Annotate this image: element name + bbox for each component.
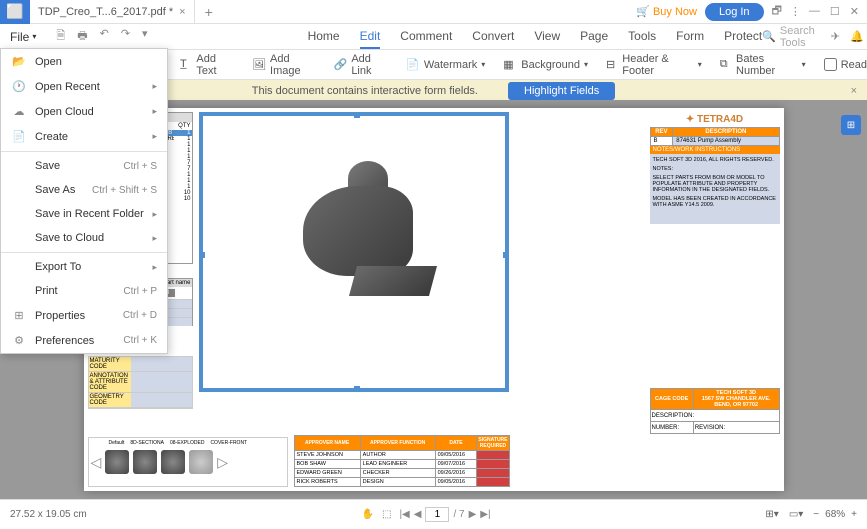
file-create[interactable]: 📄Create▸: [1, 124, 167, 149]
bates-button[interactable]: ⧉Bates Number▾: [720, 53, 806, 77]
approval-row: BOB SHAWLEAD ENGINEER09/07/2016: [294, 460, 509, 469]
status-bar: 27.52 x 19.05 cm ✋ ⬚ |◀ ◀ / 7 ▶ ▶| ⊞▾ ▭▾…: [0, 499, 867, 529]
tetra-info-panel: TETRA4D REVDESCRIPTION B874631 Pump Asse…: [650, 112, 780, 224]
watermark-button[interactable]: 📄Watermark▾: [406, 58, 485, 72]
menu-bar: File ▾ 🗎 🖶 ↶ ↷ ▾ Home Edit Comment Conve…: [0, 24, 867, 50]
maximize-icon[interactable]: ☐: [830, 5, 840, 18]
hand-tool-icon[interactable]: ✋: [362, 509, 374, 520]
close-tab-icon[interactable]: ×: [179, 6, 185, 18]
thumb-prev-icon[interactable]: ◁: [91, 454, 102, 471]
attributes-panel: MATURITY CODE ANNOTATION & ATTRIBUTE COD…: [88, 356, 193, 409]
close-window-icon[interactable]: ✕: [850, 5, 859, 18]
view-thumbnails: Default 8D-SECTIONA 08-EXPLODED COVER-FR…: [88, 437, 288, 487]
save-icon[interactable]: 🗎: [56, 27, 65, 46]
thumb-section[interactable]: [133, 450, 157, 474]
menu-edit[interactable]: Edit: [360, 25, 381, 49]
file-export[interactable]: Export To▸: [1, 255, 167, 279]
first-page-icon[interactable]: |◀: [399, 509, 409, 520]
right-panel-toggle[interactable]: ⊞: [841, 115, 861, 135]
approval-row: EDWARD GREENCHECKER09/26/2016: [294, 469, 509, 478]
add-image-button[interactable]: 🖼Add Image: [252, 53, 316, 77]
last-page-icon[interactable]: ▶|: [480, 509, 490, 520]
menu-protect[interactable]: Protect: [724, 25, 762, 49]
view-mode-icon[interactable]: ▭▾: [789, 509, 803, 520]
menu-convert[interactable]: Convert: [472, 25, 514, 49]
background-button[interactable]: ▦Background▾: [503, 58, 588, 72]
print-icon[interactable]: 🖶: [77, 27, 87, 46]
menu-comment[interactable]: Comment: [400, 25, 452, 49]
zoom-out-icon[interactable]: −: [813, 509, 819, 520]
case-code-panel: CAGE CODETECH SOFT 3D1567 SW CHANDLER AV…: [650, 388, 780, 434]
close-notification-icon[interactable]: ×: [851, 85, 857, 97]
3d-model-view[interactable]: [199, 112, 509, 392]
thumb-exploded[interactable]: [161, 450, 185, 474]
file-menu-button[interactable]: File ▾: [0, 26, 46, 48]
menu-page[interactable]: Page: [580, 25, 608, 49]
page-input[interactable]: [425, 507, 449, 522]
buy-now-link[interactable]: 🛒 Buy Now: [636, 5, 697, 18]
zoom-level: 68%: [825, 509, 845, 520]
approval-row: STEVE JOHNSONAUTHOR09/05/2016: [294, 451, 509, 460]
notification-text: This document contains interactive form …: [252, 85, 478, 97]
file-print[interactable]: PrintCtrl + P: [1, 279, 167, 303]
send-icon[interactable]: ✈: [831, 30, 840, 43]
file-properties[interactable]: ⊞PropertiesCtrl + D: [1, 303, 167, 328]
file-preferences[interactable]: ⚙PreferencesCtrl + K: [1, 328, 167, 353]
bell-icon[interactable]: 🔔: [850, 30, 864, 43]
add-text-button[interactable]: T̲Add Text: [180, 53, 234, 77]
tab-title: TDP_Creo_T...6_2017.pdf *: [38, 6, 173, 18]
file-dropdown-menu: 📂Open 🕐Open Recent▸ ☁Open Cloud▸ 📄Create…: [0, 48, 168, 354]
undo-icon[interactable]: ↶: [100, 27, 109, 46]
menu-tools[interactable]: Tools: [628, 25, 656, 49]
file-open[interactable]: 📂Open: [1, 49, 167, 74]
notification-icon[interactable]: 🗗: [772, 2, 782, 21]
dropdown-icon[interactable]: ▾: [142, 27, 148, 46]
main-menu: Home Edit Comment Convert View Page Tool…: [308, 25, 763, 49]
highlight-fields-button[interactable]: Highlight Fields: [508, 82, 615, 100]
more-icon[interactable]: ⋮: [790, 5, 801, 18]
fit-width-icon[interactable]: ⊞▾: [765, 509, 778, 520]
approval-row: RICK ROBERTSDESIGN09/05/2016: [294, 478, 509, 487]
pdf-document: PARTS LIST #NAMEQTY 1492722_IMPELLER_REV…: [84, 108, 784, 491]
file-open-recent[interactable]: 🕐Open Recent▸: [1, 74, 167, 99]
menu-form[interactable]: Form: [676, 25, 704, 49]
menu-home[interactable]: Home: [308, 25, 340, 49]
read-checkbox[interactable]: Read: [824, 58, 867, 71]
thumb-default[interactable]: [105, 450, 129, 474]
next-page-icon[interactable]: ▶: [469, 509, 477, 520]
thumb-next-icon[interactable]: ▷: [217, 454, 228, 471]
menu-view[interactable]: View: [534, 25, 560, 49]
file-save-recent-folder[interactable]: Save in Recent Folder▸: [1, 202, 167, 226]
app-logo: ⬜: [0, 0, 30, 24]
add-tab-button[interactable]: +: [195, 4, 223, 20]
file-save-cloud[interactable]: Save to Cloud▸: [1, 226, 167, 250]
tetra-logo: TETRA4D: [650, 112, 780, 127]
document-tab[interactable]: TDP_Creo_T...6_2017.pdf * ×: [30, 0, 195, 24]
total-pages: / 7: [453, 509, 464, 520]
minimize-icon[interactable]: —: [809, 5, 820, 18]
page-dimensions: 27.52 x 19.05 cm: [10, 509, 87, 520]
thumb-cover[interactable]: [189, 450, 213, 474]
select-tool-icon[interactable]: ⬚: [382, 509, 391, 520]
zoom-in-icon[interactable]: +: [851, 509, 857, 520]
file-save-as[interactable]: Save AsCtrl + Shift + S: [1, 178, 167, 202]
file-save[interactable]: SaveCtrl + S: [1, 154, 167, 178]
search-icon: 🔍: [762, 30, 776, 43]
title-bar: ⬜ TDP_Creo_T...6_2017.pdf * × + 🛒 Buy No…: [0, 0, 867, 24]
add-link-button[interactable]: 🔗Add Link: [334, 53, 388, 77]
file-open-cloud[interactable]: ☁Open Cloud▸: [1, 99, 167, 124]
login-button[interactable]: Log In: [705, 3, 764, 21]
page-navigation: |◀ ◀ / 7 ▶ ▶|: [399, 507, 490, 522]
approval-panel: APPROVER NAME APPROVER FUNCTION DATE SIG…: [294, 435, 510, 487]
search-tools[interactable]: 🔍 Search Tools: [762, 25, 823, 49]
header-footer-button[interactable]: ⊟Header & Footer▾: [606, 53, 702, 77]
redo-icon[interactable]: ↷: [121, 27, 130, 46]
prev-page-icon[interactable]: ◀: [414, 509, 422, 520]
